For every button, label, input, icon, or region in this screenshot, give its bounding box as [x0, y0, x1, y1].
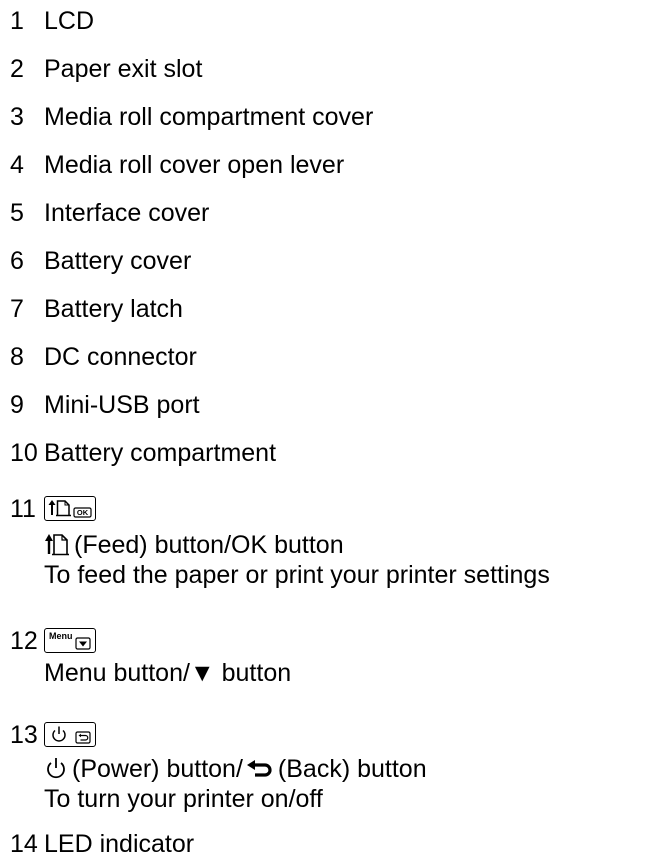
ok-key-text: OK [77, 508, 89, 517]
power-back-button-icon [44, 722, 96, 747]
item-number: 10 [10, 439, 38, 467]
parts-list: 1 LCD 2 Paper exit slot 3 Media roll com… [0, 0, 645, 865]
feed-button-title: (Feed) button/OK button [44, 530, 344, 560]
power-button-description: To turn your printer on/off [44, 785, 323, 813]
list-item-menu-button: 12 Menu Menu button/▼ button [10, 626, 640, 696]
back-icon [246, 760, 272, 777]
item-number: 11 [10, 495, 36, 523]
item-label: Interface cover [44, 199, 210, 227]
item-number: 12 [10, 627, 38, 655]
feed-ok-button-icon: OK [44, 496, 96, 521]
item-label: LED indicator [44, 830, 195, 858]
feed-button-description: To feed the paper or print your printer … [44, 561, 550, 589]
item-label: Battery compartment [44, 439, 277, 467]
item-label: Mini-USB port [44, 391, 200, 419]
item-number: 6 [10, 247, 24, 275]
power-icon [47, 758, 65, 779]
item-number: 13 [10, 721, 38, 749]
item-label: Battery cover [44, 247, 192, 275]
item-label: DC connector [44, 343, 197, 371]
item-number: 4 [10, 151, 24, 179]
item-number: 7 [10, 295, 24, 323]
power-button-title-power: (Power) button/ [72, 755, 243, 783]
item-number: 1 [10, 7, 24, 35]
item-label: Media roll cover open lever [44, 151, 345, 179]
power-button-title: (Power) button/ (Back) button [44, 754, 427, 784]
feed-button-title-text: (Feed) button/OK button [74, 531, 344, 559]
item-number: 9 [10, 391, 24, 419]
item-number: 5 [10, 199, 24, 227]
item-number: 2 [10, 55, 24, 83]
list-item-power-button: 13 (Power) button/ (Back) button To turn… [10, 720, 640, 815]
item-label: Media roll compartment cover [44, 103, 374, 131]
item-number: 8 [10, 343, 24, 371]
list-item-feed-button: 11 OK (Feed) button/OK button To feed th… [10, 494, 640, 614]
menu-button-title: Menu button/▼ button [44, 659, 292, 687]
feed-icon [45, 534, 69, 556]
item-number: 14 [10, 830, 38, 858]
power-button-title-back: (Back) button [277, 755, 427, 783]
item-label: Battery latch [44, 295, 183, 323]
item-label: Paper exit slot [44, 55, 203, 83]
item-label: LCD [44, 7, 95, 35]
item-number: 3 [10, 103, 24, 131]
menu-down-button-icon: Menu [44, 628, 96, 653]
